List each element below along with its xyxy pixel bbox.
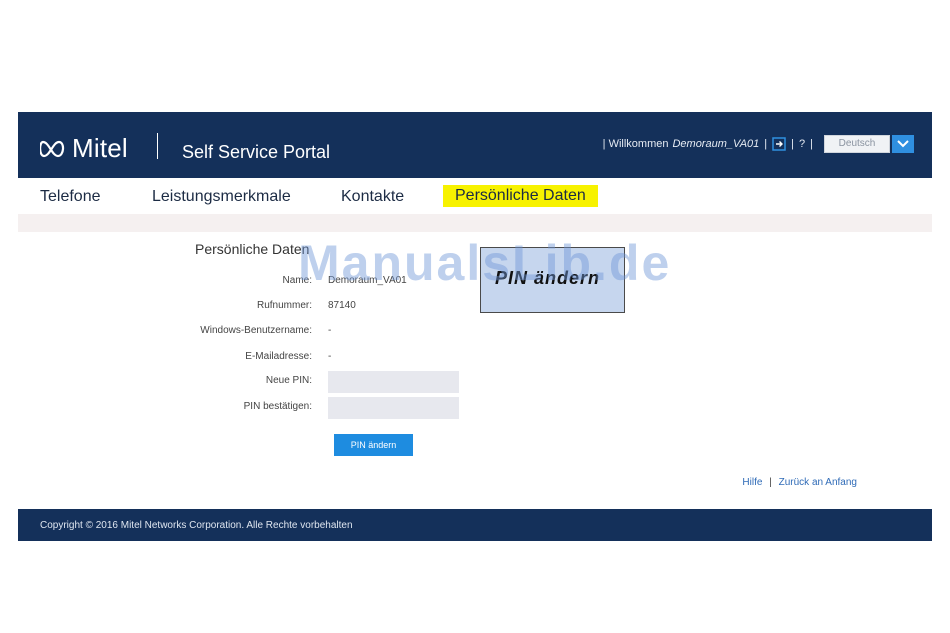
- field-label: Windows-Benutzername:: [200, 325, 312, 336]
- separator: |: [810, 138, 813, 150]
- field-windows-user: Windows-Benutzername: -: [18, 321, 618, 341]
- user-area: | Willkommen Demoraum_VA01 | | ? | Deuts…: [603, 135, 914, 153]
- copyright-text: Copyright © 2016 Mitel Networks Corporat…: [40, 520, 353, 531]
- separator: |: [769, 477, 772, 488]
- logout-icon[interactable]: [772, 137, 786, 151]
- field-confirm-pin: PIN bestätigen:: [18, 397, 618, 419]
- language-select[interactable]: Deutsch: [824, 135, 914, 153]
- field-label: Neue PIN:: [265, 375, 312, 386]
- welcome-text: | Willkommen: [602, 138, 669, 150]
- help-link[interactable]: ?: [799, 138, 805, 150]
- watermark: ManualsLib.de: [298, 235, 672, 291]
- mitel-logo-icon: [40, 140, 65, 157]
- section-title: Persönliche Daten: [195, 241, 310, 257]
- new-pin-input[interactable]: [328, 371, 459, 393]
- header-bar: Mitel Self Service Portal | Willkommen D…: [18, 112, 932, 178]
- logo-divider: [157, 133, 158, 159]
- language-value[interactable]: Deutsch: [824, 135, 890, 153]
- footer-bar: Copyright © 2016 Mitel Networks Corporat…: [18, 509, 932, 541]
- separator: |: [791, 138, 795, 150]
- field-label: Rufnummer:: [256, 300, 312, 311]
- help-footer-link[interactable]: Hilfe: [742, 477, 762, 488]
- confirm-pin-input[interactable]: [328, 397, 459, 419]
- chevron-down-icon[interactable]: [892, 135, 914, 153]
- footer-links: Hilfe | Zurück an Anfang: [742, 477, 857, 488]
- nav-kontakte[interactable]: Kontakte: [341, 188, 404, 206]
- portal-window: Mitel Self Service Portal | Willkommen D…: [18, 112, 932, 541]
- separator: |: [764, 138, 768, 150]
- field-new-pin: Neue PIN:: [18, 371, 618, 393]
- username: Demoraum_VA01: [672, 138, 760, 150]
- field-label: PIN bestätigen:: [243, 401, 312, 412]
- field-email: E-Mailadresse: -: [18, 347, 618, 367]
- nav-persoenliche-daten[interactable]: Persönliche Daten: [443, 185, 598, 207]
- field-value: -: [328, 351, 332, 362]
- portal-title: Self Service Portal: [182, 142, 331, 162]
- mitel-logo: Mitel: [40, 133, 128, 164]
- change-pin-button[interactable]: PIN ändern: [334, 434, 413, 456]
- logo-text: Mitel: [72, 133, 128, 163]
- field-value: 87140: [328, 300, 356, 311]
- main-nav: Telefone Leistungsmerkmale Kontakte Pers…: [18, 178, 932, 214]
- nav-telefone[interactable]: Telefone: [40, 188, 101, 206]
- back-to-top-link[interactable]: Zurück an Anfang: [779, 477, 857, 488]
- field-value: -: [328, 325, 332, 336]
- field-label: E-Mailadresse:: [245, 351, 312, 362]
- sub-bar: [18, 214, 932, 232]
- field-label: Name:: [282, 275, 312, 286]
- nav-leistungsmerkmale[interactable]: Leistungsmerkmale: [152, 188, 291, 206]
